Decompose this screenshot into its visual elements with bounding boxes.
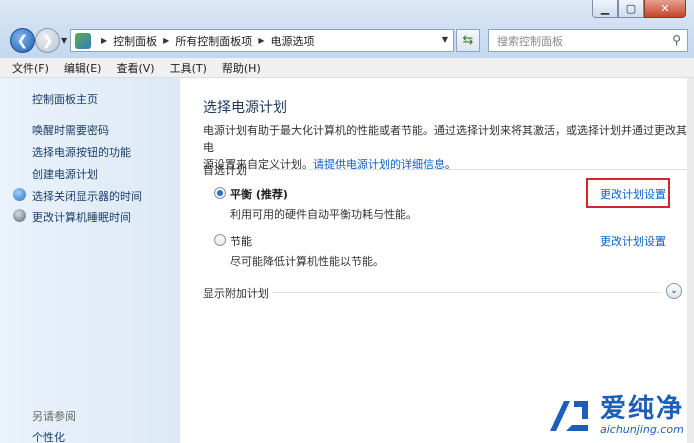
- sidebar-item-home[interactable]: 控制面板主页: [32, 91, 98, 107]
- breadcrumb-separator-icon[interactable]: ▶: [258, 36, 264, 45]
- menu-edit[interactable]: 编辑(E): [64, 60, 102, 76]
- expand-chevron-icon[interactable]: ⌄: [666, 283, 682, 299]
- sleep-moon-icon: [13, 209, 26, 222]
- page-title: 选择电源计划: [203, 100, 287, 116]
- sidebar-item-display-off[interactable]: 选择关闭显示器的时间: [32, 188, 142, 204]
- breadcrumb-item-control-panel[interactable]: 控制面板: [113, 33, 157, 49]
- additional-divider: [272, 292, 660, 293]
- breadcrumb-separator-icon[interactable]: ▶: [101, 36, 107, 45]
- search-placeholder: 搜索控制面板: [497, 34, 563, 48]
- watermark: 爱纯净 aichunjing.com: [544, 393, 684, 437]
- highlight-box: [586, 178, 670, 208]
- back-button[interactable]: ❮: [10, 28, 35, 53]
- main-content: 选择电源计划 电源计划有助于最大化计算机的性能或者节能。通过选择计划来将其激活，…: [180, 78, 694, 443]
- breadcrumb-item-all-items[interactable]: 所有控制面板项: [175, 33, 252, 49]
- plan-power-saver-name[interactable]: 节能: [230, 233, 252, 249]
- section-divider: [258, 169, 688, 170]
- sidebar: 控制面板主页 唤醒时需要密码 选择电源按钮的功能 创建电源计划 选择关闭显示器的…: [0, 78, 180, 443]
- navigation-bar: ❮ ❯ ▼ ▶ 控制面板 ▶ 所有控制面板项 ▶ 电源选项 ▼ ⇆ 搜索控制面板…: [8, 27, 688, 55]
- menu-view[interactable]: 查看(V): [116, 60, 154, 76]
- sidebar-item-create-plan[interactable]: 创建电源计划: [32, 166, 98, 182]
- vertical-scrollbar[interactable]: [687, 78, 694, 443]
- menu-tools[interactable]: 工具(T): [170, 60, 207, 76]
- search-input[interactable]: 搜索控制面板 ⚲: [488, 29, 688, 52]
- menu-file[interactable]: 文件(F): [12, 60, 49, 76]
- plan-balanced-name[interactable]: 平衡 (推荐): [230, 186, 288, 202]
- description-line-1: 电源计划有助于最大化计算机的性能或者节能。通过选择计划来将其激活，或选择计划并通…: [203, 124, 687, 154]
- sidebar-item-power-buttons[interactable]: 选择电源按钮的功能: [32, 144, 131, 160]
- sidebar-item-sleep-time[interactable]: 更改计算机睡眠时间: [32, 209, 131, 225]
- address-bar[interactable]: ▶ 控制面板 ▶ 所有控制面板项 ▶ 电源选项 ▼: [70, 29, 454, 52]
- plan-power-saver-radio[interactable]: [214, 234, 226, 246]
- forward-button[interactable]: ❯: [35, 28, 60, 53]
- refresh-button[interactable]: ⇆: [456, 29, 480, 52]
- sidebar-item-personalize[interactable]: 个性化: [32, 429, 65, 443]
- refresh-icon: ⇆: [462, 33, 474, 48]
- menu-help[interactable]: 帮助(H): [222, 60, 261, 76]
- preferred-plans-label: 首选计划: [203, 164, 247, 177]
- minimize-button[interactable]: ▁: [592, 0, 618, 18]
- search-icon[interactable]: ⚲: [672, 33, 681, 47]
- maximize-button[interactable]: ▢: [618, 0, 644, 18]
- window-chrome: ▁ ▢ ✕ ❮ ❯ ▼ ▶ 控制面板 ▶ 所有控制面板项 ▶ 电源选项 ▼ ⇆ …: [0, 0, 694, 58]
- plan-balanced-desc: 利用可用的硬件自动平衡功耗与性能。: [230, 208, 417, 221]
- window-controls: ▁ ▢ ✕: [592, 0, 686, 18]
- additional-plans-label[interactable]: 显示附加计划: [203, 285, 269, 301]
- page-description: 电源计划有助于最大化计算机的性能或者节能。通过选择计划来将其激活，或选择计划并通…: [203, 122, 693, 173]
- plan-power-saver-desc: 尽可能降低计算机性能以节能。: [230, 255, 384, 268]
- breadcrumb-item-power-options[interactable]: 电源选项: [270, 33, 314, 49]
- menu-bar: 文件(F) 编辑(E) 查看(V) 工具(T) 帮助(H): [0, 58, 694, 78]
- plan-power-saver-settings-link[interactable]: 更改计划设置: [600, 233, 666, 249]
- recent-pages-dropdown-icon[interactable]: ▼: [61, 36, 67, 45]
- plan-balanced-radio[interactable]: [214, 187, 226, 199]
- see-also-heading: 另请参阅: [32, 410, 76, 423]
- control-panel-icon: [75, 32, 91, 49]
- close-button[interactable]: ✕: [644, 0, 686, 18]
- monitor-icon: [13, 188, 26, 201]
- watermark-brand: 爱纯净: [599, 393, 684, 424]
- address-dropdown-icon[interactable]: ▼: [442, 35, 448, 44]
- sidebar-item-wake-password[interactable]: 唤醒时需要密码: [32, 122, 109, 138]
- breadcrumb-separator-icon[interactable]: ▶: [163, 36, 169, 45]
- description-line-2: 源设置来自定义计划。请提供电源计划的详细信息。: [203, 156, 693, 173]
- watermark-url: aichunjing.com: [599, 422, 684, 436]
- watermark-text: 爱纯净 aichunjing.com: [600, 395, 684, 436]
- watermark-logo-icon: [549, 401, 588, 431]
- breadcrumb: ▶ 控制面板 ▶ 所有控制面板项 ▶ 电源选项: [95, 33, 314, 49]
